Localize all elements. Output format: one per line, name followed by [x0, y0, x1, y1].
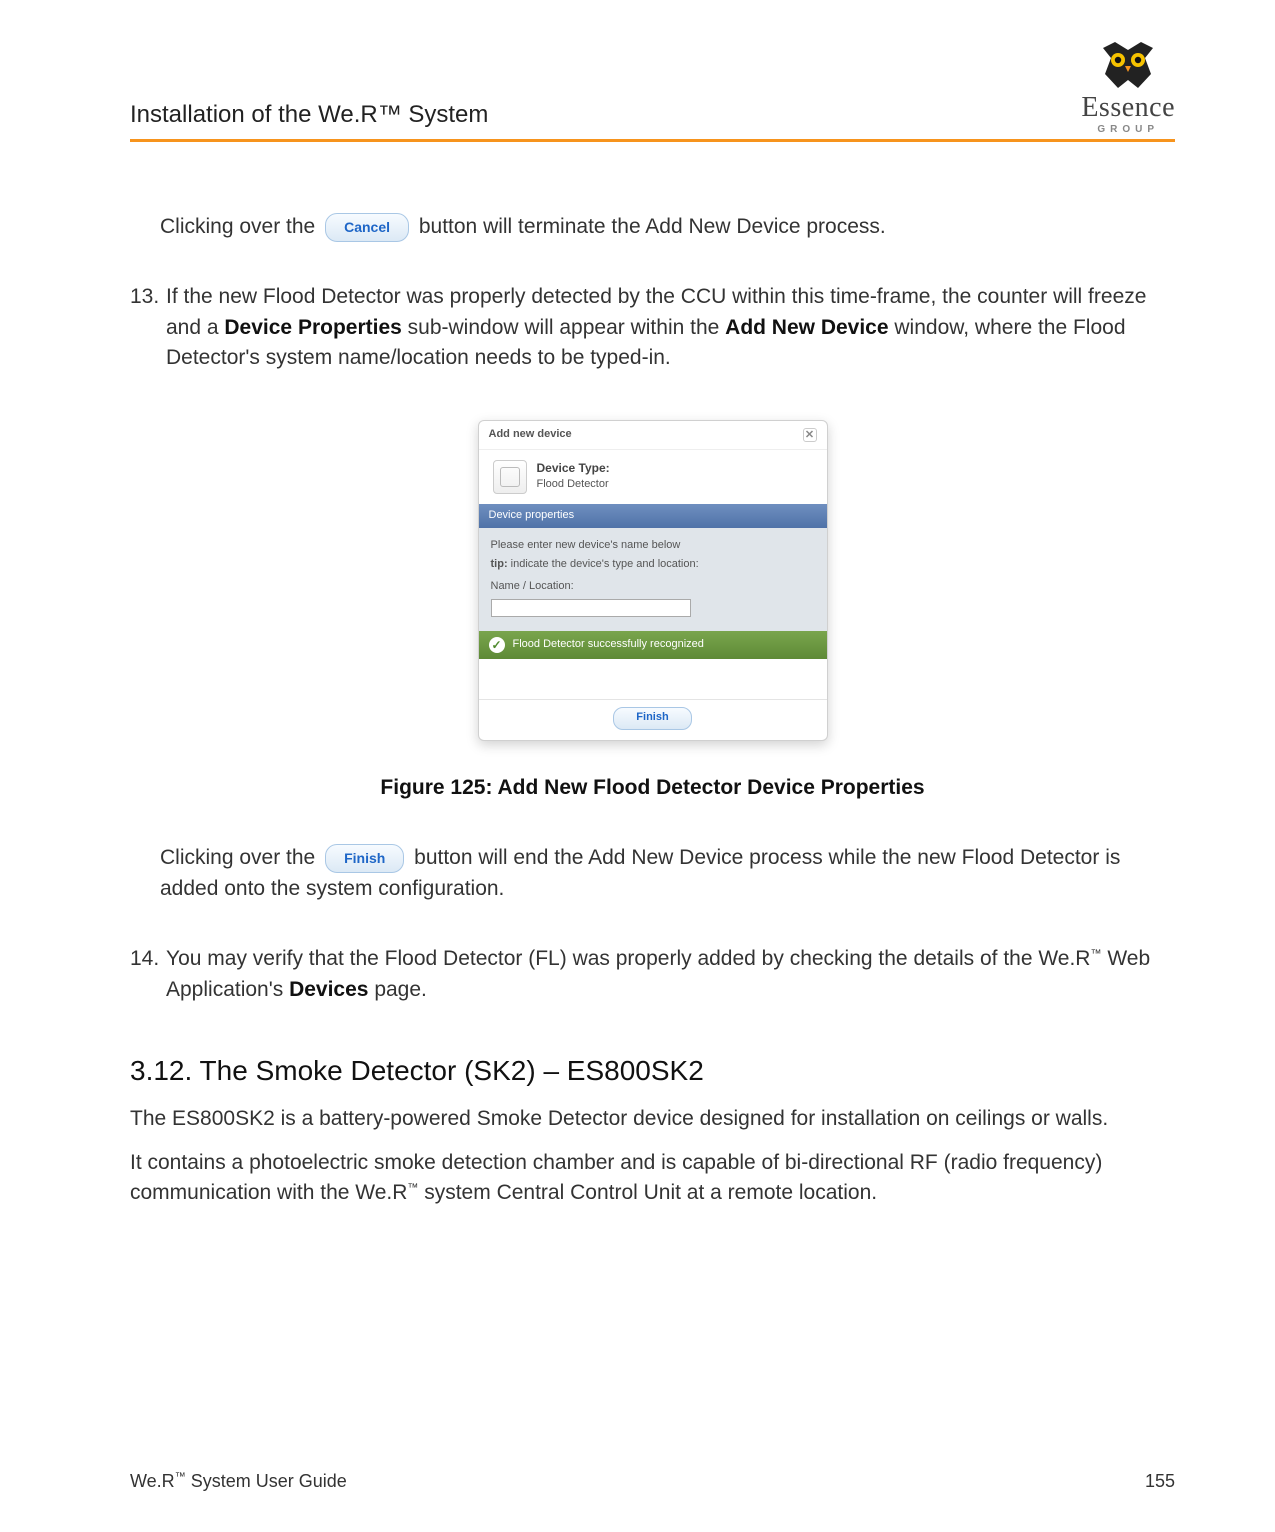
page-footer: We.R™ System User Guide 155 — [130, 1471, 1175, 1492]
owl-icon — [1093, 40, 1163, 92]
device-type-row: Device Type: Flood Detector — [479, 450, 827, 504]
figure-125: Add new device ✕ Device Type: Flood Dete… — [130, 420, 1175, 804]
text: Clicking over the — [160, 846, 321, 869]
device-type-label: Device Type: — [537, 460, 610, 477]
tip-text: indicate the device's type and location: — [508, 558, 699, 570]
step-body: If the new Flood Detector was properly d… — [166, 282, 1175, 373]
dialog-footer: Finish — [479, 699, 827, 740]
name-location-label: Name / Location: — [491, 579, 815, 595]
hint-line-2: tip: indicate the device's type and loca… — [491, 557, 815, 573]
cancel-paragraph: Clicking over the Cancel button will ter… — [160, 212, 1175, 242]
device-properties-body: Please enter new device's name below tip… — [479, 528, 827, 632]
brand-logo: Essence GROUP — [1081, 40, 1175, 135]
flood-detector-icon — [493, 460, 527, 494]
tm-sup: ™ — [1090, 948, 1101, 960]
recognized-banner: ✓ Flood Detector successfully recognized — [479, 631, 827, 659]
hint-line-1: Please enter new device's name below — [491, 538, 815, 554]
name-location-input[interactable] — [491, 599, 692, 617]
step-number: 14. — [130, 944, 160, 1005]
page-number: 155 — [1145, 1471, 1175, 1492]
add-device-dialog: Add new device ✕ Device Type: Flood Dete… — [478, 420, 828, 742]
text: sub-window will appear within the — [402, 316, 725, 339]
dialog-title: Add new device — [489, 427, 572, 443]
step-body: You may verify that the Flood Detector (… — [166, 944, 1175, 1005]
text: We.R — [130, 1471, 175, 1491]
tip-label: tip: — [491, 558, 508, 570]
section-p1: The ES800SK2 is a battery-powered Smoke … — [130, 1104, 1175, 1134]
header-title: Installation of the We.R™ System — [130, 101, 488, 135]
bold-text: Devices — [289, 978, 368, 1001]
finish-button[interactable]: Finish — [613, 707, 691, 730]
text: Clicking over the — [160, 215, 321, 238]
text: System User Guide — [186, 1471, 347, 1491]
step-13: 13. If the new Flood Detector was proper… — [130, 282, 1175, 373]
brand-name: Essence — [1081, 92, 1175, 124]
text: You may verify that the Flood Detector (… — [166, 947, 1090, 970]
tm-sup: ™ — [175, 1471, 186, 1483]
recognized-text: Flood Detector successfully recognized — [513, 637, 704, 653]
footer-left: We.R™ System User Guide — [130, 1471, 347, 1492]
tm-sup: ™ — [407, 1182, 418, 1194]
section-heading-3-12: 3.12. The Smoke Detector (SK2) – ES800SK… — [130, 1051, 1175, 1092]
dialog-spacer — [479, 659, 827, 699]
section-p2: It contains a photoelectric smoke detect… — [130, 1148, 1175, 1209]
bold-text: Device Properties — [224, 316, 401, 339]
step-number: 13. — [130, 282, 160, 373]
text: page. — [368, 978, 426, 1001]
text: button will terminate the Add New Device… — [419, 215, 886, 238]
page-header: Installation of the We.R™ System Essence… — [130, 40, 1175, 142]
finish-button-image: Finish — [325, 844, 404, 873]
cancel-button-image: Cancel — [325, 213, 409, 242]
page-content: Clicking over the Cancel button will ter… — [130, 212, 1175, 1209]
brand-sub: GROUP — [1097, 124, 1159, 135]
device-properties-header: Device properties — [479, 504, 827, 528]
step-14: 14. You may verify that the Flood Detect… — [130, 944, 1175, 1005]
device-type-text: Device Type: Flood Detector — [537, 460, 610, 493]
figure-caption: Figure 125: Add New Flood Detector Devic… — [130, 773, 1175, 803]
checkmark-icon: ✓ — [489, 637, 505, 653]
device-type-value: Flood Detector — [537, 478, 609, 490]
finish-paragraph: Clicking over the Finish button will end… — [160, 843, 1175, 904]
bold-text: Add New Device — [725, 316, 888, 339]
dialog-titlebar: Add new device ✕ — [479, 421, 827, 450]
close-icon[interactable]: ✕ — [803, 428, 817, 442]
text: system Central Control Unit at a remote … — [418, 1181, 877, 1204]
